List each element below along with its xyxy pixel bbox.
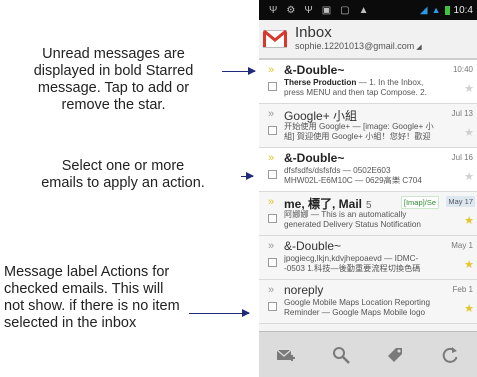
email-snippet-line: 开始使用 Google+ — [image: Google+ 小 [284,122,434,131]
search-icon [332,346,350,364]
email-row[interactable]: » &-Double~ Jul 16 dfsfsdfs/dsfsfds — 05… [259,148,477,192]
importance-marker-icon: » [268,152,275,164]
notification-icon: ▢ [340,4,350,16]
email-row[interactable]: » Google+ 小組 Jul 13 开始使用 Google+ — [imag… [259,104,477,148]
email-list: » &-Double~ 10:40 Therse Production — 1.… [259,60,477,324]
email-snippet: 开始使用 Google+ — [image: Google+ 小 組] 賀迎使用… [284,122,472,142]
battery-icon [444,5,450,15]
page-title: Inbox [295,24,332,41]
email-snippet-line: 組] 賀迎使用 Google+ 小組！您好！歡迎 [284,132,431,141]
compose-button[interactable] [266,337,306,373]
email-snippet-line: dfsfsdfs/dsfsfds — 0502E603 [284,166,391,175]
refresh-icon [442,346,458,363]
email-row[interactable]: » &-Double~ 10:40 Therse Production — 1.… [259,60,477,104]
label-icon [388,347,403,362]
email-snippet-line: Google Mobile Maps Location Reporting [284,298,431,307]
arrow-pointer [189,309,250,317]
email-snippet: Google Mobile Maps Location Reporting Re… [284,298,472,318]
email-snippet: 阿娜娜 — This is an automatically generated… [284,210,472,230]
email-date: May 1 [451,241,473,250]
annotation-message-label: Message label Actions for checked emails… [4,264,180,331]
email-snippet-line: jpogiecg,lkjn,kdvjhepoaevd — IDMC- [284,254,419,263]
signal-icon: ▲ [431,5,441,15]
email-date: 10:40 [452,65,473,74]
message-label: [Imap]/Se [400,196,439,209]
email-row[interactable]: » noreply Feb 1 Google Mobile Maps Locat… [259,280,477,324]
email-snippet-line: -0503 1.科技—後勤重要流程切換色碼 [284,264,421,273]
email-sender: noreply [284,283,324,297]
email-snippet-line: Reminder — Google Maps Mobile logo [284,308,426,317]
status-clock: 10:4 [453,4,473,16]
email-sender: &-Double~ [284,151,345,165]
email-snippet-line: — 1. In the Inbox, [356,78,424,87]
email-subject: Therse Production [284,78,357,87]
importance-marker-icon: » [268,196,275,208]
annotation-select-emails: Select one or more emails to apply an ac… [41,158,205,191]
arrow-pointer [241,172,254,180]
email-sender-name: me, 標了, Mail [284,197,363,211]
labels-button[interactable] [375,337,415,373]
email-snippet: jpogiecg,lkjn,kdvjhepoaevd — IDMC- -0503… [284,254,472,274]
usb-icon: Ψ [304,4,313,16]
phone-screen: Ψ ⚙ Ψ ▣ ▢ ▲ ◢ ▲ 10:4 Inbox sophie.122010… [259,0,477,377]
dropdown-icon: ◢ [416,44,422,51]
email-snippet-line: MHW02L-E6M10C — 0629高樂 C704 [284,176,422,185]
star-icon[interactable]: ★ [464,126,474,139]
email-checkbox[interactable] [268,302,277,311]
importance-marker-icon: » [268,284,275,296]
star-icon[interactable]: ★ [464,302,474,315]
email-checkbox[interactable] [268,214,277,223]
usb-icon: Ψ [269,4,278,16]
email-sender: &-Double~ [284,239,342,253]
importance-marker-icon: » [268,64,275,76]
importance-marker-icon: » [268,108,275,120]
arrow-pointer [222,67,256,75]
inbox-header[interactable]: Inbox sophie.12201013@gmail.com ◢ [259,20,477,60]
importance-marker-icon: » [268,240,275,252]
sd-card-icon: ▣ [321,4,332,16]
compose-icon [276,349,296,361]
email-row[interactable]: » me, 標了, Mail 5 [Imap]/Se May 17 阿娜娜 — T… [259,192,477,236]
action-bar [259,331,477,377]
email-snippet: Therse Production — 1. In the Inbox, pre… [284,78,472,98]
warning-icon: ▲ [358,4,369,16]
email-snippet: dfsfsdfs/dsfsfds — 0502E603 MHW02L-E6M10… [284,166,472,186]
gmail-logo-icon [263,30,287,48]
email-snippet-line: press MENU and then tap Compose. 2. [284,88,427,97]
status-bar: Ψ ⚙ Ψ ▣ ▢ ▲ ◢ ▲ 10:4 [259,0,477,20]
email-snippet-line: generated Delivery Status Notification [284,220,421,229]
star-icon[interactable]: ★ [464,82,474,95]
annotation-unread-starred: Unread messages are displayed in bold St… [33,46,194,113]
email-date: Jul 13 [451,109,473,118]
email-sender: &-Double~ [284,63,345,77]
refresh-button[interactable] [430,337,470,373]
account-email: sophie.12201013@gmail.com [295,41,415,51]
settings-icon: ⚙ [286,4,296,16]
email-snippet-line: 阿娜娜 — This is an automatically [284,210,407,219]
star-icon[interactable]: ★ [464,214,474,227]
email-date: May 17 [446,196,475,207]
email-checkbox[interactable] [268,82,277,91]
star-icon[interactable]: ★ [464,170,474,183]
email-row[interactable]: » &-Double~ May 1 jpogiecg,lkjn,kdvjhepo… [259,236,477,280]
email-checkbox[interactable] [268,170,277,179]
wifi-icon: ◢ [419,4,428,16]
email-date: Jul 16 [451,153,473,162]
email-checkbox[interactable] [268,258,277,267]
search-button[interactable] [321,337,361,373]
star-icon[interactable]: ★ [464,258,474,271]
email-date: Feb 1 [452,285,473,294]
email-checkbox[interactable] [268,126,277,135]
account-selector[interactable]: sophie.12201013@gmail.com ◢ [295,41,422,53]
